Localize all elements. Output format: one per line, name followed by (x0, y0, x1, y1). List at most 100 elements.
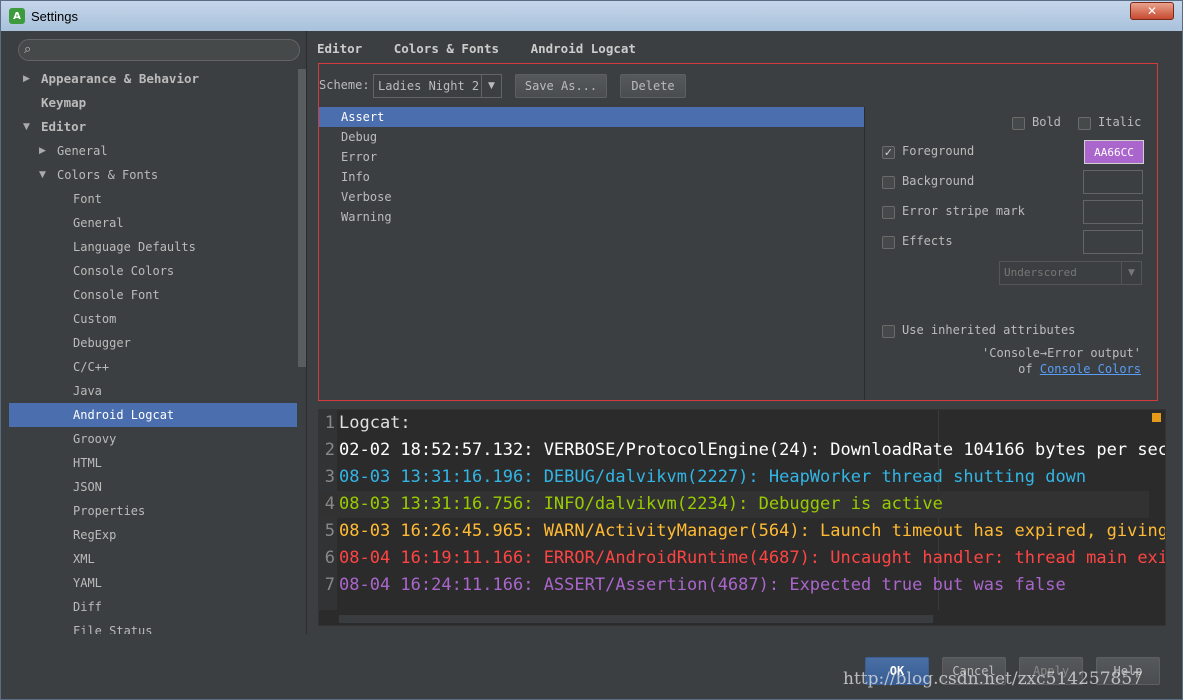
tree-item-label: Android Logcat (73, 408, 175, 422)
close-button[interactable]: ✕ (1130, 2, 1174, 20)
tree-item[interactable]: ▶ Appearance & Behavior (9, 67, 297, 91)
log-line-text: 08-03 13:31:16.756: INFO/dalvikvm(2234):… (339, 494, 943, 514)
log-level-item[interactable]: Debug (319, 127, 864, 147)
tree-item[interactable]: Font (9, 187, 297, 211)
effect-type-value: Underscored (1004, 266, 1077, 279)
scheme-label: Scheme: (319, 78, 370, 92)
chevron-down-icon[interactable]: ▼ (39, 163, 46, 187)
tree-item[interactable]: XML (9, 547, 297, 571)
tree-item-label: Colors & Fonts (57, 168, 159, 182)
log-level-item[interactable]: Info (319, 167, 864, 187)
tree-item[interactable]: ▼ Colors & Fonts (9, 163, 297, 187)
tree-item[interactable]: ▼ Editor (9, 115, 297, 139)
line-number: 7 (324, 575, 335, 595)
chevron-down-icon[interactable]: ▼ (23, 115, 30, 139)
tree-item[interactable]: C/C++ (9, 355, 297, 379)
effects-color-swatch[interactable] (1083, 230, 1143, 254)
sidebar-scroll-thumb[interactable] (298, 69, 306, 367)
tree-item[interactable]: General (9, 211, 297, 235)
background-label: Background (902, 174, 975, 188)
log-line-text: 08-03 13:31:16.196: DEBUG/dalvikvm(2227)… (339, 467, 1087, 487)
chevron-down-icon: ▼ (481, 75, 501, 97)
tree-item-label: Java (73, 384, 102, 398)
logcat-preview-editor[interactable]: 1 Logcat: 2 02-02 18:52:57.132: VERBOSE/Pro… (318, 409, 1166, 626)
log-line-text: 08-04 16:19:11.166: ERROR/AndroidRuntime… (339, 548, 1166, 568)
breadcrumb-item: Colors & Fonts (393, 41, 500, 56)
tree-item[interactable]: JSON (9, 475, 297, 499)
error-stripe-marker[interactable] (1152, 413, 1161, 422)
chevron-right-icon[interactable]: ▶ (23, 67, 30, 91)
line-number: 2 (324, 440, 335, 460)
inherit-link-line: of Console Colors (1018, 362, 1141, 376)
preview-line: 1 Logcat: (319, 410, 1149, 437)
tree-item-label: C/C++ (73, 360, 110, 374)
tree-item[interactable]: Console Colors (9, 259, 297, 283)
tree-item[interactable]: RegExp (9, 523, 297, 547)
tree-item-label: Groovy (73, 432, 117, 446)
foreground-color-swatch[interactable]: AA66CC (1084, 140, 1144, 164)
tree-item[interactable]: Custom (9, 307, 297, 331)
foreground-checkbox[interactable]: ✓ (882, 146, 895, 159)
log-line-text: 08-04 16:24:11.166: ASSERT/Assertion(468… (339, 575, 1066, 595)
preview-horizontal-scrollbar[interactable] (339, 615, 933, 623)
tree-item[interactable]: Debugger (9, 331, 297, 355)
effect-type-dropdown[interactable]: Underscored ▼ (999, 261, 1142, 285)
tree-item[interactable]: HTML (9, 451, 297, 475)
log-level-item[interactable]: Warning (319, 207, 864, 227)
tree-item[interactable]: Console Font (9, 283, 297, 307)
use-inherited-checkbox[interactable] (882, 325, 895, 338)
android-studio-icon: A (9, 8, 25, 24)
chevron-right-icon[interactable]: ▶ (39, 139, 46, 163)
breadcrumb-item: Android Logcat (530, 41, 636, 56)
tree-item[interactable]: YAML (9, 571, 297, 595)
tree-item-label: Console Font (73, 288, 160, 302)
settings-window: A Settings ✕ ⌕ ▶ Appearance & Behavior Key… (0, 0, 1183, 700)
scheme-selected-value: Ladies Night 2 (378, 79, 480, 93)
tree-item-label: JSON (73, 480, 102, 494)
tree-item[interactable]: Groovy (9, 427, 297, 451)
inherit-source: 'Console→Error output' (982, 346, 1141, 360)
line-number: 6 (324, 548, 335, 568)
log-level-item[interactable]: Assert (319, 107, 864, 127)
save-as-button[interactable]: Save As... (515, 74, 607, 98)
settings-tree: ▶ Appearance & Behavior Keymap ▼ Editor ▶ Gene… (9, 67, 297, 634)
tree-item[interactable]: Java (9, 379, 297, 403)
log-line-text: 02-02 18:52:57.132: VERBOSE/ProtocolEngi… (339, 440, 1166, 460)
preview-line: 7 08-04 16:24:11.166: ASSERT/Assertion(46… (319, 572, 1149, 599)
italic-checkbox[interactable] (1078, 117, 1091, 130)
effects-checkbox[interactable] (882, 236, 895, 249)
tree-item[interactable]: File Status (9, 619, 297, 634)
sidebar-scrollbar[interactable] (297, 67, 306, 634)
tree-item-label: Properties (73, 504, 146, 518)
log-level-item[interactable]: Error (319, 147, 864, 167)
tree-item[interactable]: Properties (9, 499, 297, 523)
chevron-down-icon: ▼ (1121, 262, 1141, 284)
search-input[interactable]: ⌕ (18, 39, 300, 61)
delete-button[interactable]: Delete (620, 74, 686, 98)
settings-sidebar: ⌕ ▶ Appearance & Behavior Keymap ▼ Editor ▶ Ge… (9, 31, 307, 634)
tree-item[interactable]: Keymap (9, 91, 297, 115)
italic-label: Italic (1098, 115, 1142, 129)
tree-item[interactable]: Android Logcat (9, 403, 297, 427)
scheme-dropdown[interactable]: Ladies Night 2 ▼ (373, 74, 502, 98)
error-stripe-color-swatch[interactable] (1083, 200, 1143, 224)
background-color-swatch[interactable] (1083, 170, 1143, 194)
tree-item-label: Custom (73, 312, 117, 326)
tree-item[interactable]: Diff (9, 595, 297, 619)
tree-item-label: General (73, 216, 124, 230)
preview-line: 4 08-03 13:31:16.756: INFO/dalvikvm(2234)… (319, 491, 1149, 518)
tree-item-label: Console Colors (73, 264, 175, 278)
background-checkbox[interactable] (882, 176, 895, 189)
preview-line: 6 08-04 16:19:11.166: ERROR/AndroidRuntim… (319, 545, 1165, 572)
tree-item[interactable]: ▶ General (9, 139, 297, 163)
bold-checkbox[interactable] (1012, 117, 1025, 130)
console-colors-link[interactable]: Console Colors (1040, 362, 1141, 376)
log-level-item[interactable]: Verbose (319, 187, 864, 207)
watermark-text: http://blog.csdn.net/zxc514257857 (843, 669, 1143, 689)
tree-item-label: Font (73, 192, 102, 206)
tree-item-label: Language Defaults (73, 240, 196, 254)
tree-item[interactable]: Language Defaults (9, 235, 297, 259)
tree-item-label: Appearance & Behavior (41, 71, 200, 86)
error-stripe-checkbox[interactable] (882, 206, 895, 219)
check-icon: ✓ (883, 146, 894, 159)
